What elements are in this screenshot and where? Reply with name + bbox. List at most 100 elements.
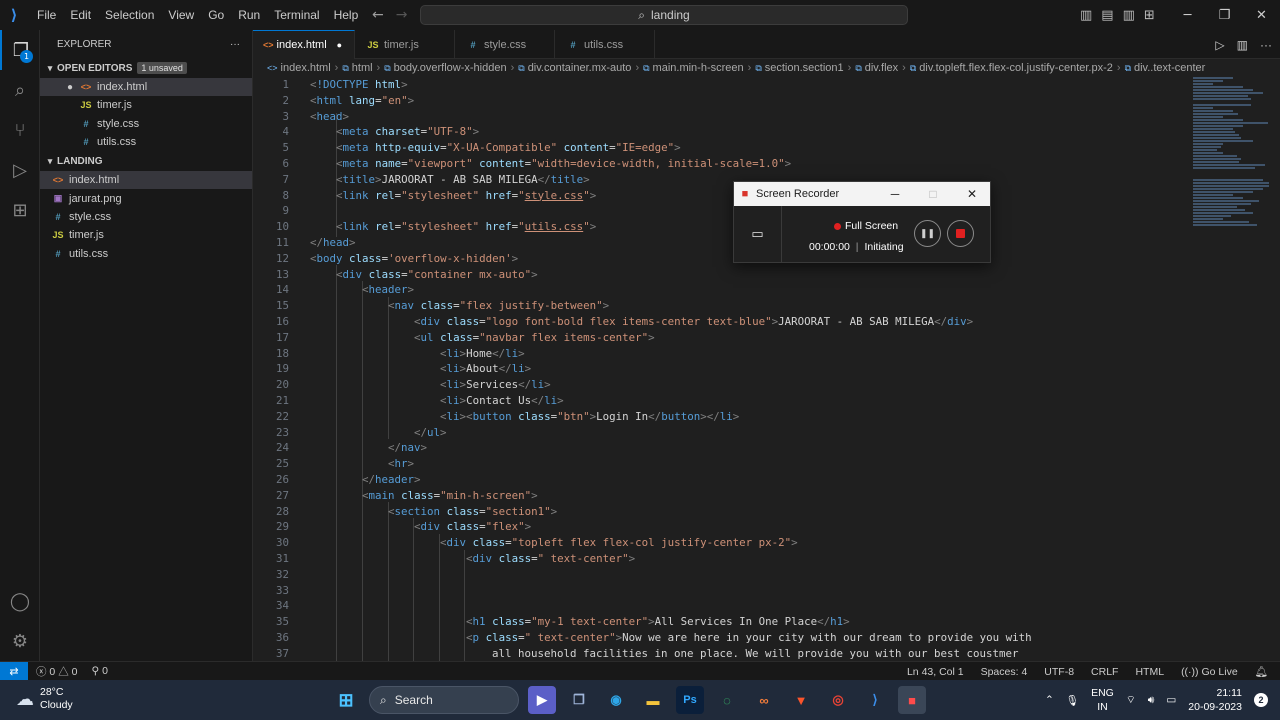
indentation[interactable]: Spaces: 4 bbox=[981, 666, 1028, 678]
extensions-icon[interactable]: ⊞ bbox=[0, 190, 40, 230]
folder-icon[interactable]: ▭ bbox=[734, 206, 782, 262]
menu-selection[interactable]: Selection bbox=[98, 0, 161, 30]
vscode-icon[interactable]: ⟩ bbox=[861, 686, 889, 714]
encoding[interactable]: UTF-8 bbox=[1044, 666, 1074, 678]
notifications-bell-icon[interactable]: 🔔︎ bbox=[1255, 665, 1268, 678]
file-tree-item[interactable]: ▣ jarurat.png bbox=[40, 189, 252, 207]
toggle-primary-sidebar-icon[interactable]: ▥ bbox=[1080, 8, 1092, 23]
ports-count: 0 bbox=[102, 665, 108, 677]
remote-indicator-icon[interactable]: ⇄ bbox=[0, 661, 28, 681]
toggle-secondary-sidebar-icon[interactable]: ▥ bbox=[1123, 8, 1135, 23]
volume-icon[interactable]: 🔊︎ bbox=[1148, 694, 1155, 707]
js-file-icon: JS bbox=[52, 230, 64, 241]
stop-button[interactable] bbox=[947, 220, 974, 247]
edge-icon[interactable]: ◉ bbox=[602, 686, 630, 714]
end-of-line[interactable]: CRLF bbox=[1091, 666, 1118, 678]
command-center[interactable]: ⌕ landing bbox=[420, 5, 908, 25]
chrome-icon[interactable]: ◎ bbox=[824, 686, 852, 714]
menu-file[interactable]: File bbox=[30, 0, 63, 30]
microphone-icon[interactable]: 🎙︎ bbox=[1066, 694, 1079, 707]
screen-recorder-icon[interactable]: ■ bbox=[898, 686, 926, 714]
breadcrumb-item[interactable]: html bbox=[352, 62, 373, 74]
pause-button[interactable]: ❚❚ bbox=[914, 220, 941, 247]
photoshop-icon[interactable]: Ps bbox=[676, 686, 704, 714]
cursor-position[interactable]: Ln 43, Col 1 bbox=[907, 666, 964, 678]
source-control-icon[interactable]: ⑂ bbox=[0, 110, 40, 150]
breadcrumb-item[interactable]: div.topleft.flex.flex-col.justify-center… bbox=[919, 62, 1113, 74]
more-actions-icon[interactable]: ··· bbox=[230, 39, 240, 50]
back-arrow-icon[interactable]: ← bbox=[372, 7, 384, 23]
file-tree-item[interactable]: # style.css bbox=[40, 208, 252, 226]
vertical-scrollbar[interactable] bbox=[1272, 77, 1280, 661]
battery-icon[interactable]: ▭ bbox=[1166, 694, 1176, 706]
file-tree-item[interactable]: # utils.css bbox=[40, 244, 252, 262]
run-icon[interactable]: ▷ bbox=[1215, 38, 1224, 52]
file-tree-item[interactable]: <> index.html bbox=[40, 171, 252, 190]
app-icon[interactable]: ∞ bbox=[750, 686, 778, 714]
tray-overflow-icon[interactable]: ⌃ bbox=[1045, 694, 1054, 706]
open-editor-item[interactable]: ● <> index.html bbox=[40, 78, 252, 97]
search-view-icon[interactable]: ⌕ bbox=[0, 70, 40, 110]
ports-indicator[interactable]: ⚲ 0 bbox=[91, 665, 107, 677]
brave-icon[interactable]: ▼ bbox=[787, 686, 815, 714]
notification-badge[interactable]: 2 bbox=[1254, 693, 1268, 707]
tab-utils-css[interactable]: # utils.css bbox=[555, 30, 655, 59]
open-editor-item[interactable]: # style.css bbox=[40, 115, 252, 133]
split-editor-icon[interactable]: ▥ bbox=[1237, 38, 1248, 52]
minimap[interactable] bbox=[1193, 77, 1273, 297]
menu-edit[interactable]: Edit bbox=[63, 0, 98, 30]
maximize-icon[interactable]: ❐ bbox=[1206, 0, 1243, 30]
problems-indicator[interactable]: ⓧ 0 △ 0 bbox=[36, 664, 77, 679]
settings-gear-icon[interactable]: ⚙ bbox=[0, 621, 40, 661]
tab-index-html[interactable]: <> index.html ● bbox=[253, 30, 355, 59]
breadcrumb-item[interactable]: main.min-h-screen bbox=[653, 62, 744, 74]
tab-style-css[interactable]: # style.css bbox=[455, 30, 555, 59]
breadcrumb-item[interactable]: index.html bbox=[281, 62, 331, 74]
customize-layout-icon[interactable]: ⊞ bbox=[1144, 8, 1155, 23]
minimize-icon[interactable]: ─ bbox=[876, 182, 914, 206]
breadcrumb-item[interactable]: div.flex bbox=[865, 62, 898, 74]
menu-terminal[interactable]: Terminal bbox=[267, 0, 326, 30]
unsaved-dot-icon[interactable]: ● bbox=[62, 82, 78, 93]
file-tree-item[interactable]: JS timer.js bbox=[40, 226, 252, 244]
language-indicator[interactable]: ENG IN bbox=[1091, 686, 1114, 714]
menu-view[interactable]: View bbox=[161, 0, 201, 30]
task-view-icon[interactable]: ❐ bbox=[565, 686, 593, 714]
breadcrumb-item[interactable]: section.section1 bbox=[765, 62, 844, 74]
explorer-icon[interactable]: ❐ 1 bbox=[0, 30, 40, 70]
run-debug-icon[interactable]: ▷ bbox=[0, 150, 40, 190]
minimize-icon[interactable]: ─ bbox=[1169, 0, 1206, 30]
recorder-titlebar[interactable]: ■ Screen Recorder ─ □ ✕ bbox=[734, 182, 990, 206]
tab-timer-js[interactable]: JS timer.js bbox=[355, 30, 455, 59]
close-icon[interactable]: ✕ bbox=[953, 182, 991, 206]
menu-help[interactable]: Help bbox=[327, 0, 366, 30]
language-mode[interactable]: HTML bbox=[1135, 666, 1164, 678]
menu-run[interactable]: Run bbox=[231, 0, 267, 30]
more-actions-icon[interactable]: ··· bbox=[1260, 38, 1272, 52]
weather-widget[interactable]: ☁ 28°C Cloudy bbox=[16, 686, 73, 712]
account-icon[interactable]: ◯ bbox=[0, 581, 40, 621]
menu-go[interactable]: Go bbox=[201, 0, 231, 30]
file-explorer-icon[interactable]: ▬ bbox=[639, 686, 667, 714]
meet-icon[interactable]: ▶ bbox=[528, 686, 556, 714]
windows-start-icon[interactable]: ⊞ bbox=[332, 686, 360, 714]
clock[interactable]: 21:11 20-09-2023 bbox=[1188, 686, 1242, 714]
wifi-icon[interactable]: ⌔ bbox=[1126, 693, 1136, 707]
refresh-app-icon[interactable]: ◌ bbox=[713, 686, 741, 714]
code-line: 8 <link rel="stylesheet" href="style.css… bbox=[253, 188, 1193, 204]
folder-header[interactable]: ▾ LANDING bbox=[40, 151, 252, 171]
breadcrumb-item[interactable]: div..text-center bbox=[1134, 62, 1205, 74]
close-icon[interactable]: ✕ bbox=[1243, 0, 1280, 30]
breadcrumb-item[interactable]: body.overflow-x-hidden bbox=[394, 62, 507, 74]
open-editor-item[interactable]: JS timer.js bbox=[40, 96, 252, 114]
toggle-panel-icon[interactable]: ▤ bbox=[1101, 8, 1113, 23]
unsaved-dot-icon[interactable]: ● bbox=[337, 40, 344, 50]
open-editor-item[interactable]: # utils.css bbox=[40, 133, 252, 151]
forward-arrow-icon[interactable]: → bbox=[396, 7, 408, 23]
go-live-button[interactable]: ((·)) Go Live bbox=[1181, 666, 1238, 678]
taskbar-search[interactable]: ⌕ Search bbox=[369, 686, 519, 714]
line-number: 36 bbox=[275, 631, 289, 644]
code-editor[interactable]: 1 <!DOCTYPE html> 2 <html lang="en"> 3 <hea… bbox=[253, 77, 1280, 661]
open-editors-header[interactable]: ▾ OPEN EDITORS 1 unsaved bbox=[40, 58, 252, 78]
breadcrumb-item[interactable]: div.container.mx-auto bbox=[528, 62, 632, 74]
